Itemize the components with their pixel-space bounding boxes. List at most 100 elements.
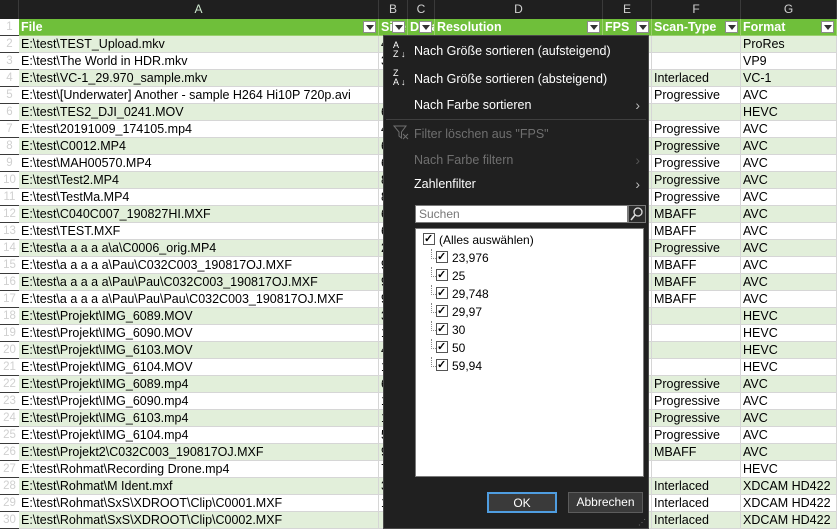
file-cell[interactable]: E:\test\The World in HDR.mkv: [19, 53, 379, 70]
format-cell[interactable]: HEVC: [741, 359, 837, 376]
row-header[interactable]: 8: [0, 138, 19, 155]
search-button[interactable]: [628, 205, 646, 223]
filter-value-checkbox[interactable]: 59,94: [431, 356, 482, 375]
format-cell[interactable]: XDCAM HD422: [741, 495, 837, 512]
file-cell[interactable]: E:\test\VC-1_29.970_sample.mkv: [19, 70, 379, 87]
filter-dropdown-button[interactable]: [419, 21, 432, 33]
filter-value-checkbox[interactable]: 30: [431, 320, 465, 339]
file-cell[interactable]: E:\test\TES2_DJI_0241.MOV: [19, 104, 379, 121]
row-header[interactable]: 9: [0, 155, 19, 172]
scan-type-cell[interactable]: Progressive: [652, 121, 741, 138]
row-header[interactable]: 11: [0, 189, 19, 206]
format-cell[interactable]: AVC: [741, 427, 837, 444]
format-cell[interactable]: AVC: [741, 393, 837, 410]
format-cell[interactable]: AVC: [741, 291, 837, 308]
file-cell[interactable]: E:\test\TEST_Upload.mkv: [19, 36, 379, 53]
column-header-e[interactable]: E: [603, 0, 652, 19]
filter-dropdown-button[interactable]: [587, 21, 600, 33]
format-cell[interactable]: AVC: [741, 138, 837, 155]
format-cell[interactable]: AVC: [741, 444, 837, 461]
file-cell[interactable]: E:\test\Projekt\IMG_6104.MOV: [19, 359, 379, 376]
scan-type-cell[interactable]: Progressive: [652, 376, 741, 393]
filter-dropdown-button[interactable]: [392, 21, 405, 33]
file-cell[interactable]: E:\test\Rohmat\Recording Drone.mp4: [19, 461, 379, 478]
row-header[interactable]: 12: [0, 206, 19, 223]
file-cell[interactable]: E:\test\Test2.MP4: [19, 172, 379, 189]
row-header[interactable]: 20: [0, 342, 19, 359]
file-cell[interactable]: E:\test\Projekt\IMG_6103.MOV: [19, 342, 379, 359]
format-cell[interactable]: XDCAM HD422: [741, 512, 837, 529]
scan-type-cell[interactable]: Progressive: [652, 172, 741, 189]
file-cell[interactable]: E:\test\a a a a a\Pau\Pau\C032C003_19081…: [19, 274, 379, 291]
format-cell[interactable]: AVC: [741, 240, 837, 257]
file-cell[interactable]: E:\test\20191009_174105.mp4: [19, 121, 379, 138]
scan-type-cell[interactable]: MBAFF: [652, 257, 741, 274]
file-cell[interactable]: E:\test\Projekt\IMG_6090.MOV: [19, 325, 379, 342]
sort-by-color-item[interactable]: Nach Farbe sortieren ›: [384, 93, 648, 117]
file-cell[interactable]: E:\test\Rohmat\SxS\XDROOT\Clip\C0002.MXF: [19, 512, 379, 529]
select-all-corner[interactable]: [0, 0, 19, 19]
sort-ascending-item[interactable]: AZ ↓ Nach Größe sortieren (aufsteigend): [384, 39, 648, 63]
scan-type-cell[interactable]: Progressive: [652, 427, 741, 444]
scan-type-cell[interactable]: Progressive: [652, 155, 741, 172]
row-header[interactable]: 5: [0, 87, 19, 104]
format-cell[interactable]: AVC: [741, 257, 837, 274]
scan-type-cell[interactable]: Interlaced: [652, 478, 741, 495]
scan-type-cell[interactable]: Interlaced: [652, 512, 741, 529]
checkbox-checked-icon[interactable]: [436, 302, 448, 320]
header-cell[interactable]: Format: [741, 19, 837, 36]
scan-type-cell[interactable]: [652, 104, 741, 121]
scan-type-cell[interactable]: [652, 359, 741, 376]
row-header[interactable]: 23: [0, 393, 19, 410]
filter-value-checkbox[interactable]: 23,976: [431, 248, 489, 267]
scan-type-cell[interactable]: Interlaced: [652, 495, 741, 512]
scan-type-cell[interactable]: [652, 308, 741, 325]
scan-type-cell[interactable]: MBAFF: [652, 223, 741, 240]
scan-type-cell[interactable]: Interlaced: [652, 70, 741, 87]
row-header[interactable]: 10: [0, 172, 19, 189]
row-header[interactable]: 1: [0, 19, 19, 36]
format-cell[interactable]: AVC: [741, 155, 837, 172]
checkbox-checked-icon[interactable]: [436, 284, 448, 302]
format-cell[interactable]: AVC: [741, 410, 837, 427]
row-header[interactable]: 19: [0, 325, 19, 342]
file-cell[interactable]: E:\test\a a a a a\a\C0006_orig.MP4: [19, 240, 379, 257]
file-cell[interactable]: E:\test\[Underwater] Another - sample H2…: [19, 87, 379, 104]
scan-type-cell[interactable]: MBAFF: [652, 274, 741, 291]
header-cell[interactable]: Duration: [408, 19, 435, 36]
row-header[interactable]: 2: [0, 36, 19, 53]
checkbox-checked-icon[interactable]: [423, 230, 435, 248]
column-header-a[interactable]: A: [19, 0, 379, 19]
scan-type-cell[interactable]: [652, 36, 741, 53]
file-cell[interactable]: E:\test\Rohmat\SxS\XDROOT\Clip\C0001.MXF: [19, 495, 379, 512]
filter-value-checkbox[interactable]: 29,97: [431, 302, 482, 321]
column-header-d[interactable]: D: [435, 0, 603, 19]
file-cell[interactable]: E:\test\MAH00570.MP4: [19, 155, 379, 172]
file-cell[interactable]: E:\test\Projekt\IMG_6090.mp4: [19, 393, 379, 410]
column-header-b[interactable]: B: [379, 0, 408, 19]
file-cell[interactable]: E:\test\Projekt\IMG_6089.MOV: [19, 308, 379, 325]
filter-value-checkbox[interactable]: 25: [431, 266, 465, 285]
row-header[interactable]: 30: [0, 512, 19, 529]
row-header[interactable]: 16: [0, 274, 19, 291]
number-filter-item[interactable]: Zahlenfilter ›: [384, 172, 648, 196]
format-cell[interactable]: AVC: [741, 189, 837, 206]
row-header[interactable]: 14: [0, 240, 19, 257]
filter-value-checkbox[interactable]: 29,748: [431, 284, 489, 303]
scan-type-cell[interactable]: [652, 342, 741, 359]
row-header[interactable]: 21: [0, 359, 19, 376]
row-header[interactable]: 28: [0, 478, 19, 495]
file-cell[interactable]: E:\test\a a a a a\Pau\Pau\Pau\C032C003_1…: [19, 291, 379, 308]
row-header[interactable]: 6: [0, 104, 19, 121]
checkbox-checked-icon[interactable]: [436, 320, 448, 338]
format-cell[interactable]: HEVC: [741, 325, 837, 342]
file-cell[interactable]: E:\test\TestMa.MP4: [19, 189, 379, 206]
filter-dropdown-button[interactable]: [725, 21, 738, 33]
row-header[interactable]: 4: [0, 70, 19, 87]
filter-dropdown-button[interactable]: [636, 21, 649, 33]
format-cell[interactable]: VC-1: [741, 70, 837, 87]
ok-button[interactable]: OK: [487, 492, 557, 513]
cancel-button[interactable]: Abbrechen: [568, 492, 643, 513]
header-cell[interactable]: FPS: [603, 19, 652, 36]
row-header[interactable]: 24: [0, 410, 19, 427]
